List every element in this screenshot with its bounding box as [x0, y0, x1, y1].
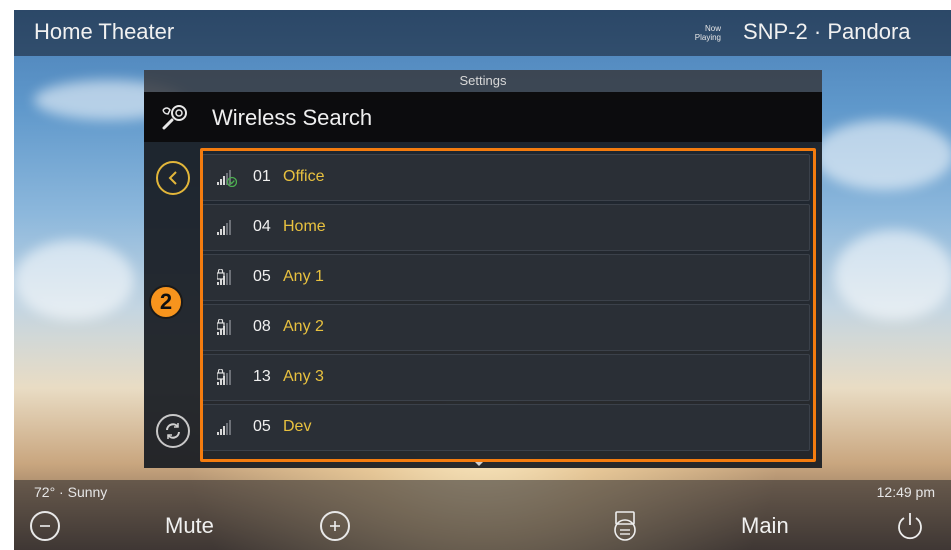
signal-icon	[217, 420, 231, 435]
mute-label: Mute	[165, 513, 214, 538]
panel-title: Wireless Search	[212, 105, 373, 130]
network-name: Any 2	[283, 318, 324, 335]
network-number: 05	[253, 268, 271, 285]
settings-section-label: Settings	[144, 70, 822, 92]
network-list-item[interactable]: 01 Office	[202, 154, 810, 201]
refresh-icon	[166, 423, 180, 439]
weather-status: 72° · Sunny	[34, 484, 108, 500]
back-button[interactable]	[156, 161, 190, 195]
network-number: 13	[253, 368, 271, 385]
lock-icon	[217, 369, 225, 380]
top-bar: Home Theater Now Playing SNP-2 · Pandora	[14, 10, 951, 56]
power-button[interactable]	[894, 509, 926, 543]
volume-up-button[interactable]	[320, 509, 350, 543]
network-list-panel: 01 Office 04 Home 05 Any 1 08 Any 2 13 Any 3 05 Dev	[144, 142, 822, 468]
bottom-bar: 72° · Sunny 12:49 pm Mute Main	[14, 480, 951, 550]
main-label: Main	[741, 513, 789, 538]
network-list-item[interactable]: 13 Any 3	[202, 354, 810, 401]
network-name: Any 1	[283, 268, 324, 285]
network-number: 05	[253, 418, 271, 435]
touch-panel-screen: Home Theater Now Playing SNP-2 · Pandora …	[14, 10, 951, 550]
display-menu-button[interactable]	[610, 509, 640, 543]
callout-marker: 2	[149, 285, 183, 319]
lock-icon	[217, 319, 225, 330]
volume-up-icon	[320, 511, 350, 541]
connected-check-icon	[226, 176, 237, 187]
network-list-item[interactable]: 05 Dev	[202, 404, 810, 451]
cloud-decoration	[834, 230, 951, 320]
network-name: Dev	[283, 418, 312, 435]
lock-icon	[217, 269, 225, 280]
volume-down-button[interactable]	[30, 509, 60, 543]
room-title: Home Theater	[34, 19, 175, 44]
network-list-item[interactable]: 05 Any 1	[202, 254, 810, 301]
signal-icon	[217, 319, 231, 335]
power-icon	[898, 513, 922, 540]
network-name: Any 3	[283, 368, 324, 385]
network-number: 08	[253, 318, 271, 335]
panel-header: Wireless Search	[144, 92, 822, 142]
signal-icon	[217, 220, 231, 235]
cloud-decoration	[14, 240, 134, 320]
clock: 12:49 pm	[876, 484, 935, 500]
main-button[interactable]: Main	[741, 509, 789, 543]
network-name: Office	[283, 168, 325, 185]
network-number: 04	[253, 218, 271, 235]
display-menu-icon	[614, 511, 636, 541]
network-name: Home	[283, 218, 326, 235]
now-playing-source[interactable]: SNP-2 · Pandora	[743, 19, 911, 45]
tools-gear-icon	[162, 105, 187, 130]
network-list-item[interactable]: 04 Home	[202, 204, 810, 251]
signal-icon	[217, 170, 237, 187]
network-list-item[interactable]: 08 Any 2	[202, 304, 810, 351]
now-playing-label: Now Playing	[694, 24, 721, 42]
network-number: 01	[253, 168, 271, 185]
volume-down-icon	[30, 511, 60, 541]
signal-icon	[217, 369, 231, 385]
cloud-decoration	[814, 120, 951, 190]
mute-button[interactable]: Mute	[165, 509, 214, 543]
refresh-button[interactable]	[156, 414, 190, 448]
back-chevron-icon	[168, 171, 177, 185]
signal-icon	[217, 269, 231, 285]
network-list: 01 Office 04 Home 05 Any 1 08 Any 2 13 Any 3 05 Dev	[202, 154, 810, 454]
scroll-down-indicator	[474, 461, 484, 466]
